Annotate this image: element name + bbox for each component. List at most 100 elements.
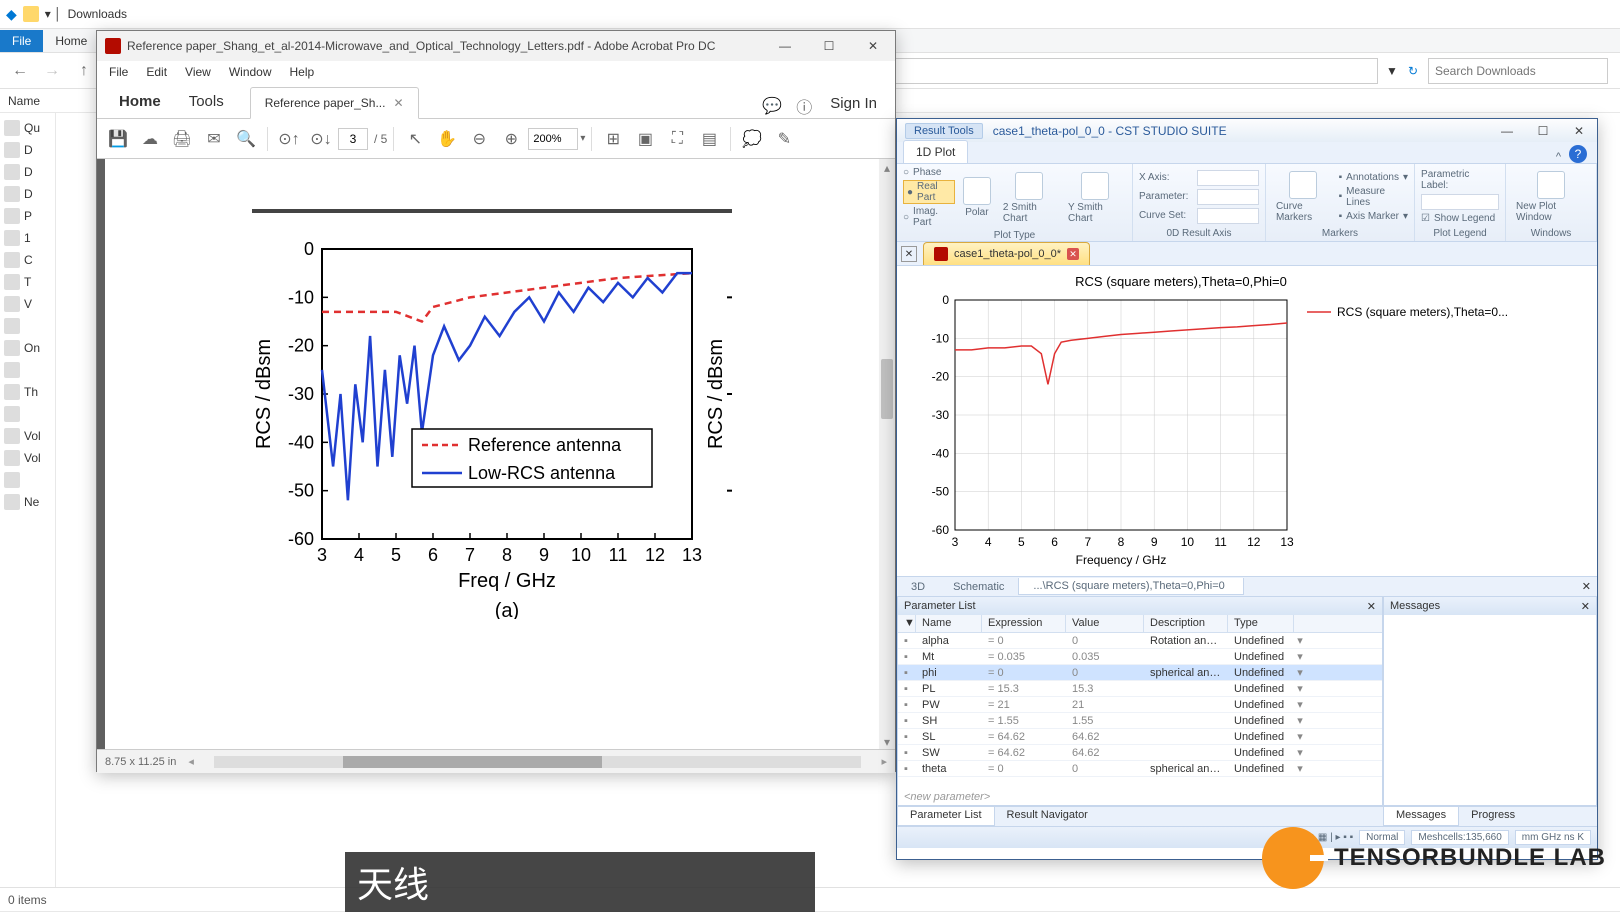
acrobat-document-area[interactable]: 3456789101112130-10-20-30-40-50-60Refere… [97,159,895,749]
next-page-icon[interactable]: ⊙↓ [306,124,336,154]
menu-help[interactable]: Help [282,63,323,81]
minimize-button[interactable]: — [1489,119,1525,142]
nav-item[interactable] [0,315,55,337]
nav-item[interactable] [0,359,55,381]
help-icon[interactable]: ⓘ [792,94,816,118]
menu-file[interactable]: File [101,63,136,81]
nav-item[interactable]: Vol [0,425,55,447]
menu-window[interactable]: Window [221,63,280,81]
rcs-result-tab[interactable]: ...\RCS (square meters),Theta=0,Phi=0 [1018,578,1243,595]
nav-item[interactable]: 1 [0,227,55,249]
close-icon[interactable]: ✕ [1367,600,1376,613]
schematic-tab[interactable]: Schematic [939,579,1018,595]
hand-icon[interactable]: ✋ [432,124,462,154]
nav-item[interactable] [0,403,55,425]
measure-lines-button[interactable]: ▪ Measure Lines [1339,185,1408,209]
parameter-list-tab[interactable]: Parameter List [897,807,995,826]
search-input[interactable] [1428,58,1608,84]
cloud-icon[interactable]: ☁ [135,124,165,154]
param-row[interactable]: ▪SH= 1.551.55Undefined▾ [898,713,1382,729]
nav-item[interactable] [0,469,55,491]
imag-part-option[interactable]: ○ Imag. Part [903,205,955,229]
axis-marker-button[interactable]: ▪ Axis Marker ▾ [1339,210,1408,223]
x-axis-field[interactable]: X Axis: [1139,169,1259,187]
file-tab[interactable]: File [0,30,43,52]
nav-item[interactable]: Qu [0,117,55,139]
close-button[interactable]: ✕ [1561,119,1597,142]
3d-tab[interactable]: 3D [897,579,939,595]
back-button[interactable]: ← [6,57,34,85]
search-icon[interactable]: 🔍 [231,124,261,154]
print-icon[interactable]: 🖨 [167,124,197,154]
cst-plot-area[interactable]: RCS (square meters),Theta=0,Phi=03456789… [897,266,1597,576]
sign-in-link[interactable]: Sign In [820,89,887,118]
parametric-input[interactable] [1421,193,1499,211]
nav-item[interactable]: C [0,249,55,271]
zoom-out-icon[interactable]: ⊖ [464,124,494,154]
param-row[interactable]: ▪SW= 64.6264.62Undefined▾ [898,745,1382,761]
close-panel-icon[interactable]: ✕ [901,246,917,262]
smith-button[interactable]: 2 Smith Chart [999,170,1060,226]
read-mode-icon[interactable]: ▤ [694,124,724,154]
name-column[interactable]: Name [8,94,40,108]
menu-edit[interactable]: Edit [138,63,175,81]
nav-item[interactable]: Ne [0,491,55,513]
1d-plot-tab[interactable]: 1D Plot [903,140,968,163]
home-tab[interactable]: Home [43,30,99,52]
messages-tab[interactable]: Messages [1383,807,1459,826]
fit-width-icon[interactable]: ⊞ [598,124,628,154]
fit-page-icon[interactable]: ▣ [630,124,660,154]
parameter-field[interactable]: Parameter: [1139,188,1259,206]
vertical-scrollbar[interactable]: ▴ ▾ [879,159,895,749]
zoom-input[interactable] [528,128,578,150]
curve-markers-button[interactable]: Curve Markers [1272,169,1335,225]
param-row[interactable]: ▪Mt= 0.0350.035Undefined▾ [898,649,1382,665]
zoom-in-icon[interactable]: ⊕ [496,124,526,154]
param-row[interactable]: ▪theta= 00spherical angle...Undefined▾ [898,761,1382,777]
param-row[interactable]: ▪phi= 00spherical angle...Undefined▾ [898,665,1382,681]
show-legend-check[interactable]: ☑ Show Legend [1421,212,1499,225]
close-tab-icon[interactable]: ✕ [393,96,403,110]
progress-tab[interactable]: Progress [1459,807,1527,826]
new-plot-window-button[interactable]: New Plot Window [1512,169,1590,225]
prev-page-icon[interactable]: ⊙↑ [274,124,304,154]
real-part-option[interactable]: ● Real Part [903,180,955,204]
highlight-icon[interactable]: ✎ [769,124,799,154]
minimize-button[interactable]: — [763,31,807,61]
nav-item[interactable]: D [0,161,55,183]
param-row[interactable]: ▪PL= 15.315.3Undefined▾ [898,681,1382,697]
polar-button[interactable]: Polar [959,175,995,220]
maximize-button[interactable]: ☐ [807,31,851,61]
close-panel-icon[interactable]: ✕ [1576,580,1597,593]
param-row[interactable]: ▪SL= 64.6264.62Undefined▾ [898,729,1382,745]
param-row[interactable]: ▪PW= 2121Undefined▾ [898,697,1382,713]
save-icon[interactable]: 💾 [103,124,133,154]
comment-icon[interactable]: 💭 [737,124,767,154]
forward-button[interactable]: → [38,57,66,85]
tools-tab[interactable]: Tools [175,85,238,118]
nav-item[interactable]: T [0,271,55,293]
parametric-label-field[interactable]: Parametric Label: [1421,168,1499,192]
close-tab-icon[interactable]: ✕ [1067,248,1079,260]
fullscreen-icon[interactable]: ⛶ [662,124,692,154]
annotations-button[interactable]: ▪ Annotations ▾ [1339,171,1408,184]
nav-item[interactable]: Th [0,381,55,403]
curveset-field[interactable]: Curve Set: [1139,207,1259,225]
ysmith-button[interactable]: Y Smith Chart [1064,170,1126,226]
document-tab[interactable]: Reference paper_Sh... ✕ [250,87,419,119]
close-button[interactable]: ✕ [851,31,895,61]
param-row[interactable]: ▪alpha= 00Rotation angle ...Undefined▾ [898,633,1382,649]
maximize-button[interactable]: ☐ [1525,119,1561,142]
addr-dropdown[interactable]: ▼ [1386,64,1398,78]
home-tab[interactable]: Home [105,85,175,118]
phase-option[interactable]: ○ Phase [903,166,955,179]
nav-item[interactable]: Vol [0,447,55,469]
nav-item[interactable]: On [0,337,55,359]
result-navigator-tab[interactable]: Result Navigator [995,807,1100,826]
help-icon[interactable]: ? [1569,145,1587,163]
nav-item[interactable]: V [0,293,55,315]
close-icon[interactable]: ✕ [1581,600,1590,613]
refresh-button[interactable]: ↻ [1408,64,1418,78]
menu-view[interactable]: View [177,63,219,81]
select-icon[interactable]: ↖ [400,124,430,154]
